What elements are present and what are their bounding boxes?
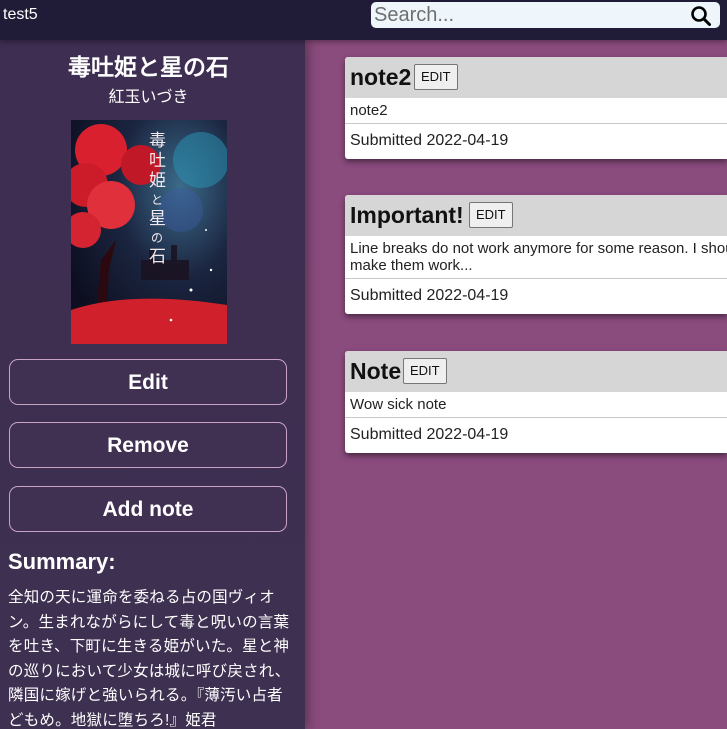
note-body: Line breaks do not work anymore for some…: [345, 236, 727, 279]
note-card: note2 EDIT note2 Submitted 2022-04-19: [345, 57, 727, 159]
search-input[interactable]: [374, 2, 674, 28]
note-body: note2: [345, 98, 727, 124]
search-box[interactable]: [371, 2, 720, 28]
note-title: note2: [350, 64, 412, 90]
note-header: note2 EDIT: [345, 57, 727, 98]
edit-note-button[interactable]: EDIT: [469, 202, 513, 228]
top-bar: test5: [0, 0, 727, 40]
book-title: 毒吐姫と星の石: [68, 54, 229, 80]
remove-book-button[interactable]: Remove: [9, 422, 287, 468]
note-submitted-date: Submitted 2022-04-19: [350, 132, 509, 149]
cover-title-char: 姫: [149, 171, 166, 191]
note-submitted-date: Submitted 2022-04-19: [350, 287, 509, 304]
cover-title-char: 石: [149, 247, 166, 267]
edit-book-button[interactable]: Edit: [9, 359, 287, 405]
add-note-button[interactable]: Add note: [9, 486, 287, 532]
cover-title-char: の: [151, 231, 163, 245]
note-submitted-date: Submitted 2022-04-19: [350, 426, 509, 443]
note-title: Note: [350, 358, 402, 384]
note-header: Important! EDIT: [345, 195, 727, 236]
summary-text: 全知の天に運命を委ねる占の国ヴィオン。生まれながらにして毒と呪いの言葉を吐き、下…: [8, 589, 291, 729]
note-title: Important!: [350, 202, 464, 228]
book-cover-image: 毒 吐 姫 と 星 の 石: [71, 120, 227, 344]
summary-heading: Summary:: [8, 549, 116, 574]
note-card: Note EDIT Wow sick note Submitted 2022-0…: [345, 351, 727, 453]
cover-title-char: 毒: [149, 131, 166, 151]
search-icon[interactable]: [690, 5, 712, 27]
cover-title-char: 吐: [149, 151, 166, 171]
note-header: Note EDIT: [345, 351, 727, 392]
app-title: test5: [3, 6, 38, 23]
sidebar: 毒吐姫と星の石 紅玉いづき 毒 吐 姫 と 星 の 石 Edit Remove …: [0, 40, 305, 729]
note-card: Important! EDIT Line breaks do not work …: [345, 195, 727, 314]
edit-note-button[interactable]: EDIT: [403, 358, 447, 384]
book-author: 紅玉いづき: [108, 89, 189, 106]
edit-note-button[interactable]: EDIT: [414, 64, 458, 90]
note-body: Wow sick note: [345, 392, 727, 418]
cover-title-char: 星: [149, 209, 166, 229]
cover-title-char: と: [151, 193, 163, 207]
